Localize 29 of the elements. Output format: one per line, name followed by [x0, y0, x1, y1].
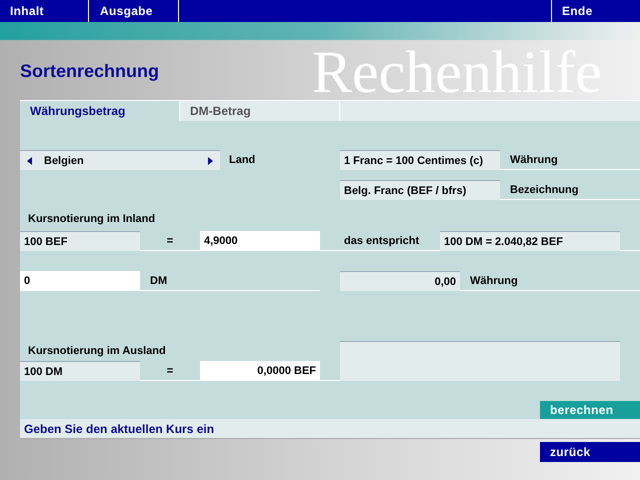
page-title: Sortenrechnung — [20, 60, 160, 83]
field-label: Land — [228, 153, 256, 168]
section-heading: Kursnotierung im Ausland — [27, 344, 167, 359]
amount-input[interactable]: 0 — [20, 271, 140, 291]
left-arrow-icon — [27, 156, 33, 164]
field-label: Währung — [509, 153, 559, 168]
base-amount-field: 100 DM — [20, 361, 140, 381]
field-label: Bezeichnung — [509, 183, 580, 198]
section-heading: Kursnotierung im Inland — [27, 212, 156, 227]
rate-input[interactable]: 0,0000 BEF — [200, 361, 320, 381]
right-arrow-icon — [207, 156, 213, 164]
result-field: 0,00 — [340, 271, 460, 291]
currency-field: 1 Franc = 100 Centimes (c) — [340, 150, 500, 170]
status-bar: Geben Sie den aktuellen Kurs ein — [20, 419, 640, 439]
tab[interactable]: DM-Betrag — [180, 100, 340, 121]
equals-sign: = — [166, 364, 174, 379]
field-label: Währung — [469, 274, 519, 289]
back-button[interactable]: zurück — [540, 442, 640, 462]
next-button[interactable] — [200, 150, 220, 170]
rate-input[interactable]: 4,9000 — [200, 231, 320, 251]
equivalent-field: 100 DM = 2.040,82 BEF — [440, 231, 620, 251]
designation-field: Belg. Franc (BEF / bfrs) — [340, 180, 500, 200]
base-amount-field: 100 BEF — [20, 231, 140, 251]
field-label: das entspricht — [343, 234, 420, 249]
unit-label: DM — [149, 274, 168, 289]
previous-button[interactable] — [20, 150, 40, 170]
equals-sign: = — [166, 234, 174, 249]
tab[interactable]: Währungsbetrag — [20, 100, 180, 121]
country-field: Belgien — [40, 150, 200, 170]
